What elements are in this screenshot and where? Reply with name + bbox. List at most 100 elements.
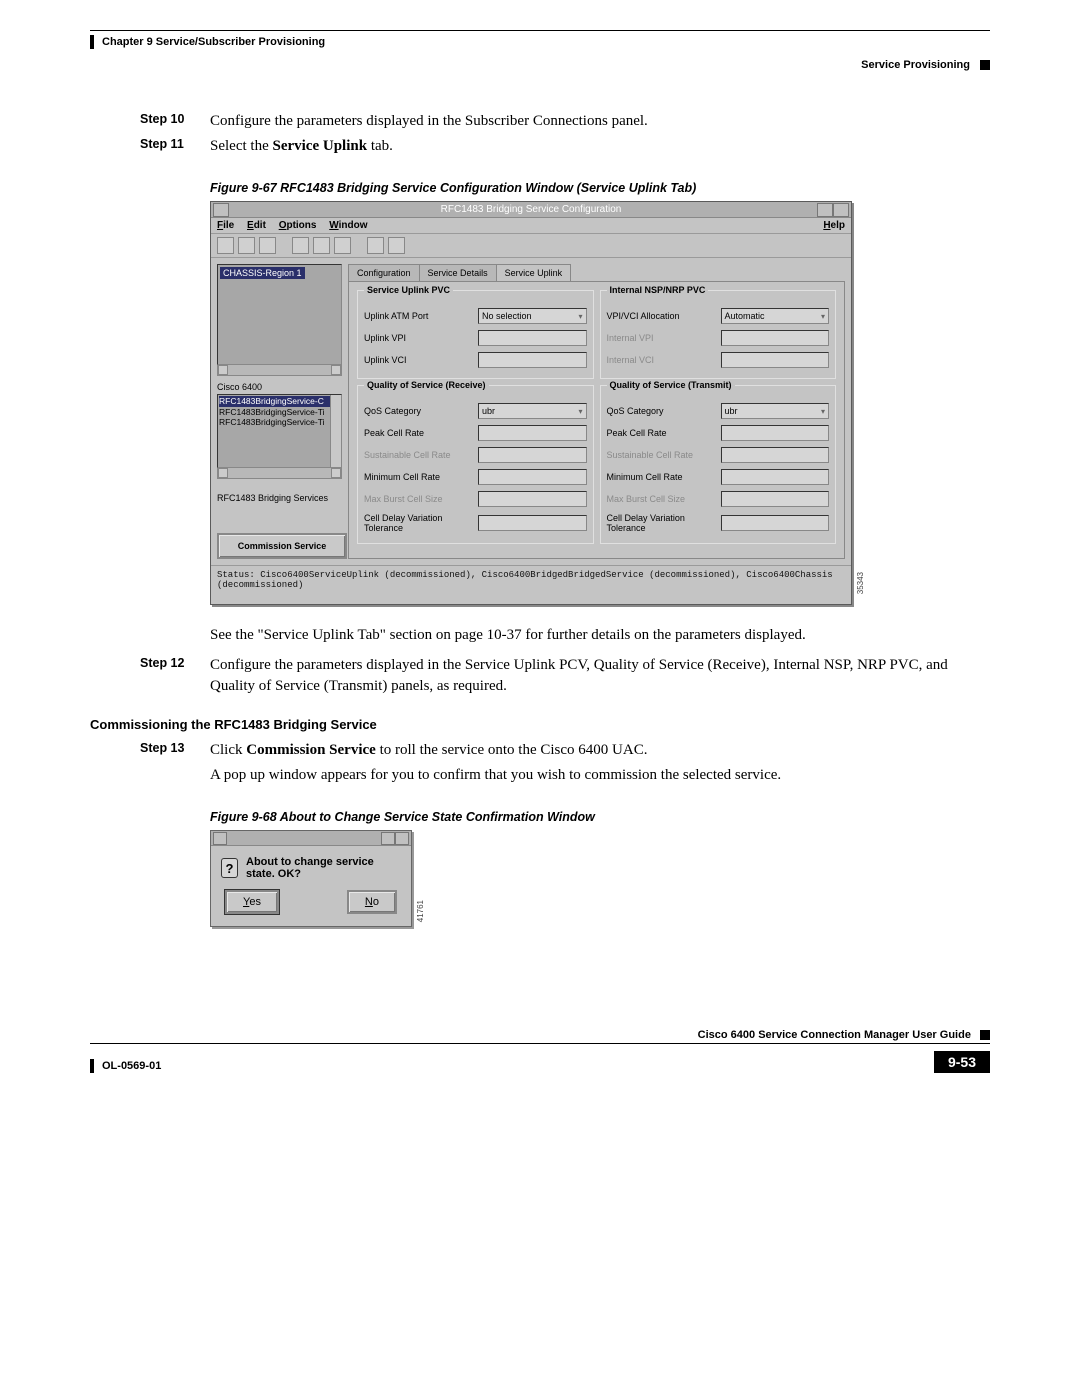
uplink-atm-port-select[interactable]: No selection	[478, 308, 587, 324]
menubar: File Edit Options Window Help	[211, 218, 851, 234]
toolbar-btn-3[interactable]	[259, 237, 276, 254]
footer-doc-title-text: Cisco 6400 Service Connection Manager Us…	[698, 1029, 971, 1041]
step-13-suffix: to roll the service onto the Cisco 6400 …	[376, 742, 648, 758]
internal-vci-input[interactable]	[721, 352, 830, 368]
step-12-text: Configure the parameters displayed in th…	[210, 655, 990, 697]
step-11-prefix: Select the	[210, 138, 272, 154]
menu-help[interactable]: Help	[823, 220, 845, 231]
qos-r-sust-input[interactable]	[478, 447, 587, 463]
qos-t-min-input[interactable]	[721, 469, 830, 485]
vpivci-alloc-label: VPI/VCI Allocation	[607, 311, 717, 321]
window-titlebar[interactable]: RFC1483 Bridging Service Configuration	[211, 202, 851, 218]
services-list[interactable]: RFC1483BridgingService-C RFC1483Bridging…	[217, 394, 342, 468]
qos-r-min-input[interactable]	[478, 469, 587, 485]
qos-r-maxb-label: Max Burst Cell Size	[364, 494, 474, 504]
legend: Service Uplink PVC	[364, 285, 453, 295]
step-10-text: Configure the parameters displayed in th…	[210, 111, 648, 132]
step-11-suffix: tab.	[367, 138, 393, 154]
internal-vpi-label: Internal VPI	[607, 333, 717, 343]
qos-t-peak-label: Peak Cell Rate	[607, 428, 717, 438]
menu-options[interactable]: Options	[279, 220, 317, 231]
menu-window[interactable]: Window	[329, 220, 367, 231]
legend: Quality of Service (Transmit)	[607, 380, 735, 390]
list-item[interactable]: RFC1483BridgingService-C	[219, 396, 340, 407]
question-icon: ?	[221, 858, 238, 878]
internal-vci-label: Internal VCI	[607, 355, 717, 365]
step-10-label: Step 10	[140, 111, 210, 132]
figure-id: 41761	[416, 900, 425, 922]
tab-page: Service Uplink PVC Uplink ATM Port No se…	[348, 281, 845, 559]
no-button[interactable]: No	[347, 890, 397, 914]
header-bar	[90, 35, 94, 49]
qos-receive-group: Quality of Service (Receive) QoS Categor…	[357, 385, 594, 544]
qos-r-peak-label: Peak Cell Rate	[364, 428, 474, 438]
qos-r-category-select[interactable]: ubr	[478, 403, 587, 419]
list-scrollbar-h[interactable]	[217, 468, 342, 479]
tab-service-uplink[interactable]: Service Uplink	[496, 264, 572, 281]
qos-t-peak-input[interactable]	[721, 425, 830, 441]
step-11-bold: Service Uplink	[272, 138, 367, 154]
qos-t-sust-input[interactable]	[721, 447, 830, 463]
commissioning-heading: Commissioning the RFC1483 Bridging Servi…	[90, 717, 990, 732]
qos-t-maxb-input[interactable]	[721, 491, 830, 507]
uplink-vci-input[interactable]	[478, 352, 587, 368]
toolbar	[211, 234, 851, 258]
page-number: 9-53	[934, 1051, 990, 1073]
qos-r-peak-input[interactable]	[478, 425, 587, 441]
menu-edit[interactable]: Edit	[247, 220, 266, 231]
window-min-icon[interactable]	[817, 203, 833, 217]
toolbar-btn-1[interactable]	[217, 237, 234, 254]
toolbar-btn-4[interactable]	[292, 237, 309, 254]
legend: Quality of Service (Receive)	[364, 380, 489, 390]
yes-button[interactable]: Yes	[225, 890, 279, 914]
chassis-tree[interactable]: CHASSIS-Region 1	[217, 264, 342, 365]
dialog-max-icon[interactable]	[395, 832, 409, 845]
rfc1483-config-window: RFC1483 Bridging Service Configuration F…	[210, 201, 852, 605]
internal-vpi-input[interactable]	[721, 330, 830, 346]
qos-t-cdvt-input[interactable]	[721, 515, 830, 531]
tab-strip: Configuration Service Details Service Up…	[348, 264, 845, 281]
window-title: RFC1483 Bridging Service Configuration	[441, 204, 622, 215]
menu-file[interactable]: File	[217, 220, 234, 231]
uplink-vci-label: Uplink VCI	[364, 355, 474, 365]
figure-id: 35343	[856, 572, 865, 594]
toolbar-btn-7[interactable]	[367, 237, 384, 254]
service-uplink-pvc-group: Service Uplink PVC Uplink ATM Port No se…	[357, 290, 594, 379]
tree-selected-item[interactable]: CHASSIS-Region 1	[220, 267, 305, 279]
uplink-vpi-input[interactable]	[478, 330, 587, 346]
legend: Internal NSP/NRP PVC	[607, 285, 709, 295]
qos-t-maxb-label: Max Burst Cell Size	[607, 494, 717, 504]
tab-configuration[interactable]: Configuration	[348, 264, 420, 281]
window-sysmenu-icon[interactable]	[213, 203, 229, 217]
footer-doc-id: OL-0569-01	[102, 1060, 161, 1072]
dialog-sysmenu-icon[interactable]	[213, 832, 227, 845]
step-11-label: Step 11	[140, 136, 210, 157]
qos-r-min-label: Minimum Cell Rate	[364, 472, 474, 482]
qos-r-cdvt-input[interactable]	[478, 515, 587, 531]
qos-r-maxb-input[interactable]	[478, 491, 587, 507]
section-header: Service Provisioning	[861, 59, 970, 71]
qos-transmit-group: Quality of Service (Transmit) QoS Catego…	[600, 385, 837, 544]
uplink-vpi-label: Uplink VPI	[364, 333, 474, 343]
list-item[interactable]: RFC1483BridgingService-Ti	[219, 417, 340, 428]
tree-scrollbar[interactable]	[217, 365, 342, 376]
window-max-icon[interactable]	[833, 203, 849, 217]
step-13-text: Click Commission Service to roll the ser…	[210, 740, 647, 761]
figure-9-67-caption: Figure 9-67 RFC1483 Bridging Service Con…	[210, 181, 990, 195]
toolbar-btn-6[interactable]	[334, 237, 351, 254]
dialog-min-icon[interactable]	[381, 832, 395, 845]
status-bar: Status: Cisco6400ServiceUplink (decommis…	[211, 565, 851, 604]
tab-service-details[interactable]: Service Details	[419, 264, 497, 281]
dialog-titlebar[interactable]	[211, 831, 411, 846]
toolbar-btn-5[interactable]	[313, 237, 330, 254]
toolbar-btn-8[interactable]	[388, 237, 405, 254]
list-item[interactable]: RFC1483BridgingService-Ti	[219, 407, 340, 418]
vpivci-alloc-select[interactable]: Automatic	[721, 308, 830, 324]
toolbar-btn-2[interactable]	[238, 237, 255, 254]
list-scrollbar[interactable]	[330, 395, 341, 467]
qos-t-sust-label: Sustainable Cell Rate	[607, 450, 717, 460]
qos-t-category-select[interactable]: ubr	[721, 403, 830, 419]
cisco-6400-label: Cisco 6400	[217, 382, 342, 392]
services-label: RFC1483 Bridging Services	[217, 493, 342, 503]
commission-service-button[interactable]: Commission Service	[217, 533, 347, 559]
